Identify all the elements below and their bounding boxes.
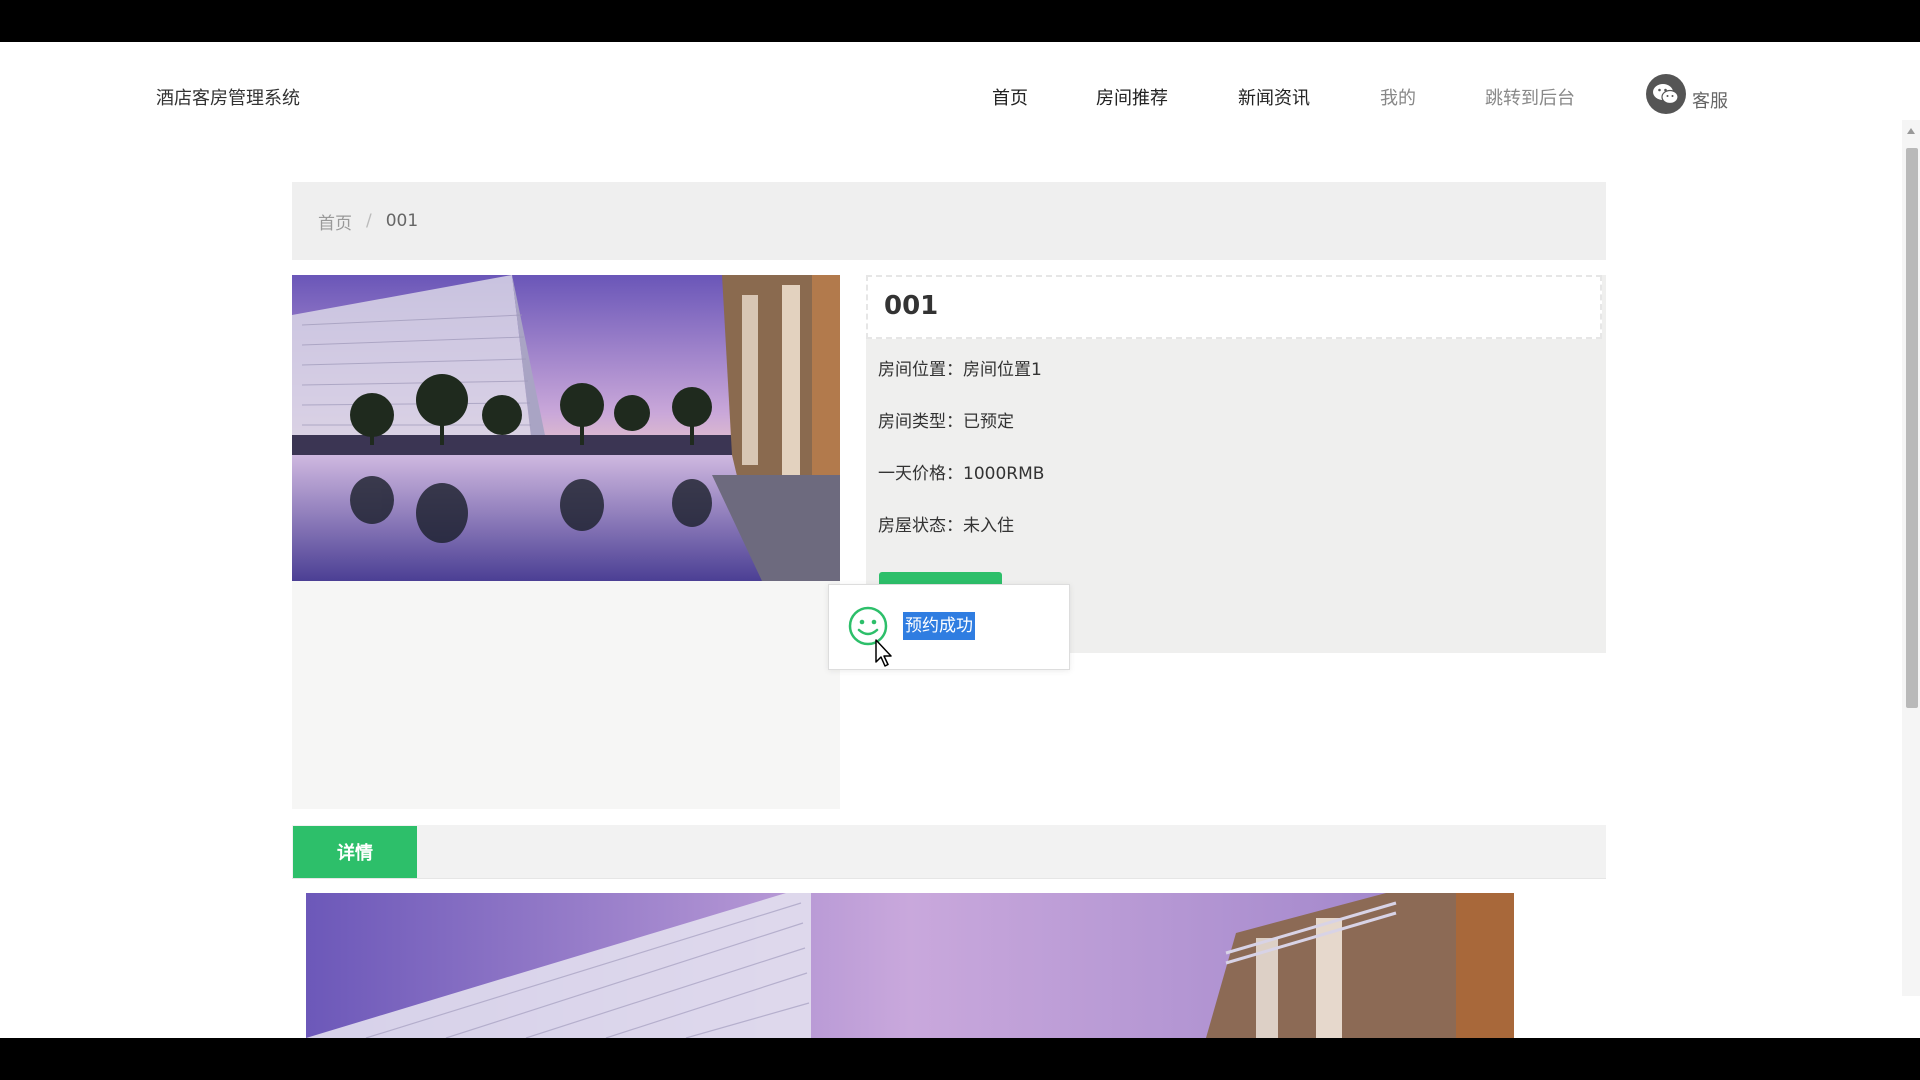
room-location-label: 房间位置： bbox=[878, 360, 963, 380]
scroll-thumb[interactable] bbox=[1906, 148, 1918, 708]
detail-image bbox=[306, 893, 1514, 1038]
room-title-box: 001 bbox=[866, 275, 1602, 339]
nav-news[interactable]: 新闻资讯 bbox=[1238, 84, 1310, 110]
breadcrumb: 首页 / 001 bbox=[292, 182, 1606, 260]
site-title[interactable]: 酒店客房管理系统 bbox=[156, 84, 300, 110]
tab-detail[interactable]: 详情 bbox=[293, 826, 417, 878]
success-toast: 预约成功 bbox=[828, 584, 1070, 670]
nav-mine[interactable]: 我的 bbox=[1380, 84, 1416, 110]
room-price-value: 1000RMB bbox=[963, 464, 1045, 484]
mouse-cursor-icon bbox=[875, 639, 892, 667]
room-status-value: 未入住 bbox=[963, 516, 1014, 536]
room-price-label: 一天价格： bbox=[878, 464, 963, 484]
room-location-value: 房间位置1 bbox=[963, 360, 1042, 380]
room-photo bbox=[292, 275, 840, 581]
toast-message: 预约成功 bbox=[903, 612, 975, 640]
customer-service-label: 客服 bbox=[1692, 91, 1728, 112]
wechat-icon bbox=[1646, 74, 1686, 114]
room-status-label: 房屋状态： bbox=[878, 516, 963, 536]
breadcrumb-home[interactable]: 首页 bbox=[318, 209, 352, 234]
page-scrollbar[interactable] bbox=[1902, 120, 1920, 996]
nav-admin[interactable]: 跳转到后台 bbox=[1485, 84, 1575, 110]
room-type-value: 已预定 bbox=[963, 412, 1014, 432]
room-title: 001 bbox=[884, 291, 939, 321]
detail-tab-bar: 详情 bbox=[292, 825, 1606, 879]
room-type-label: 房间类型： bbox=[878, 412, 963, 432]
customer-service[interactable]: 客服 bbox=[1646, 74, 1728, 114]
breadcrumb-separator: / bbox=[366, 211, 372, 231]
room-type-row: 房间类型：已预定 bbox=[878, 407, 1014, 432]
room-location-row: 房间位置：房间位置1 bbox=[878, 355, 1042, 380]
nav-room-recommend[interactable]: 房间推荐 bbox=[1096, 84, 1168, 110]
room-price-row: 一天价格：1000RMB bbox=[878, 459, 1044, 484]
room-image-panel bbox=[292, 275, 840, 809]
nav-home[interactable]: 首页 bbox=[992, 84, 1028, 110]
breadcrumb-current: 001 bbox=[385, 211, 419, 231]
room-status-row: 房屋状态：未入住 bbox=[878, 511, 1014, 536]
scroll-up-arrow-icon[interactable] bbox=[1907, 128, 1915, 134]
